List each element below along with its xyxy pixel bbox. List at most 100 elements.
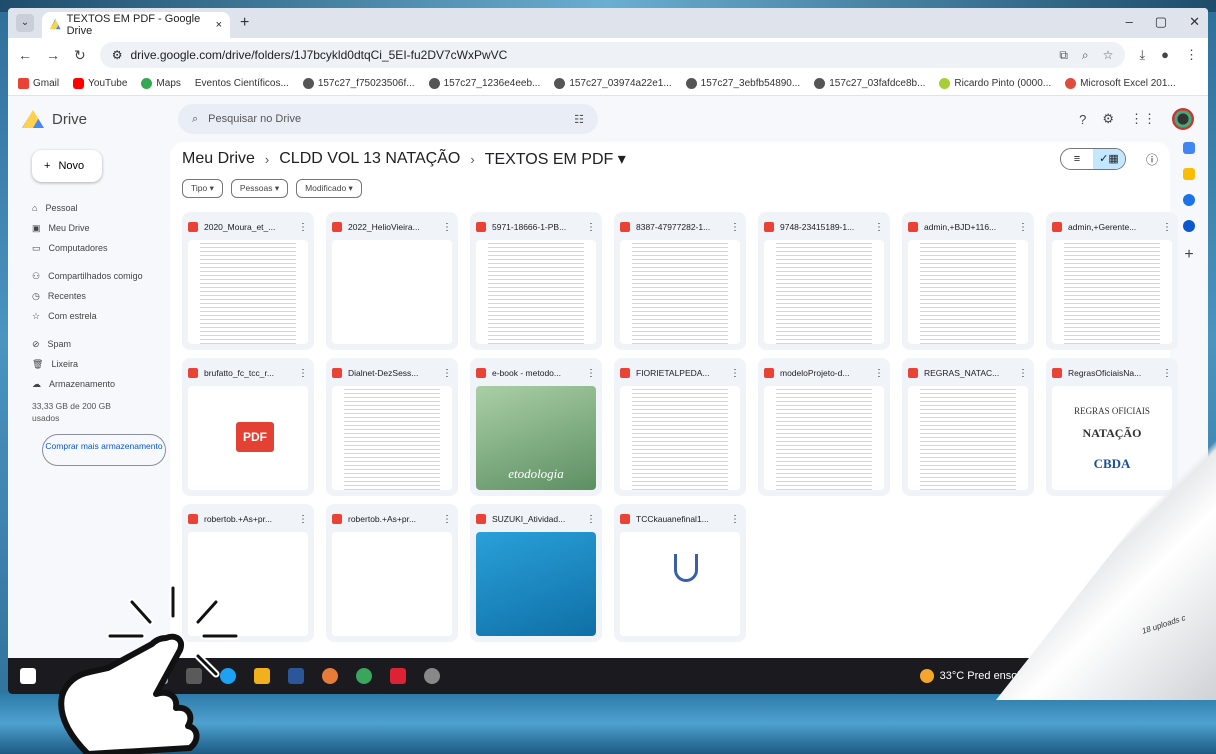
buy-storage-button[interactable]: Comprar mais armazenamento bbox=[42, 434, 166, 466]
file-card[interactable]: 9748-23415189-1... ⋮ bbox=[758, 212, 890, 350]
bookmark-gmail[interactable]: Gmail bbox=[18, 78, 59, 89]
file-card[interactable]: 2020_Moura_et_... ⋮ bbox=[182, 212, 314, 350]
file-card[interactable]: RegrasOficiaisNa... ⋮ REGRAS OFICIAIS NAT… bbox=[1046, 358, 1178, 496]
keep-icon[interactable] bbox=[1183, 168, 1195, 180]
settings-gear-icon[interactable]: ⚙ bbox=[1102, 111, 1114, 127]
file-card[interactable]: 2022_HelioVieira... ⋮ bbox=[326, 212, 458, 350]
more-options-icon[interactable]: ⋮ bbox=[730, 368, 740, 379]
calendar-icon[interactable] bbox=[1183, 142, 1195, 154]
bookmark-item[interactable]: 157c27_03974a22e1... bbox=[554, 78, 672, 89]
more-options-icon[interactable]: ⋮ bbox=[442, 368, 452, 379]
word-icon[interactable] bbox=[288, 668, 304, 684]
back-icon[interactable]: ← bbox=[18, 47, 32, 63]
sidebar-item-computadores[interactable]: ▭ Computadores bbox=[16, 238, 160, 258]
minimize-icon[interactable]: – bbox=[1126, 14, 1133, 30]
url-field[interactable]: ⚙ drive.google.com/drive/folders/1J7bcyk… bbox=[99, 42, 1126, 68]
list-view-icon[interactable]: ≡ bbox=[1061, 149, 1093, 169]
more-options-icon[interactable]: ⋮ bbox=[586, 222, 596, 233]
download-icon[interactable]: ⤓ bbox=[1139, 47, 1145, 63]
file-card[interactable]: FIORIETALPEDA... ⋮ bbox=[614, 358, 746, 496]
more-options-icon[interactable]: ⋮ bbox=[1162, 222, 1172, 233]
forward-icon[interactable]: → bbox=[46, 47, 60, 63]
reload-icon[interactable]: ↻ bbox=[74, 47, 86, 64]
file-card[interactable]: 8387-47977282-1... ⋮ bbox=[614, 212, 746, 350]
more-options-icon[interactable]: ⋮ bbox=[298, 222, 308, 233]
file-card[interactable]: brufatto_fc_tcc_r... ⋮ PDF bbox=[182, 358, 314, 496]
tasks-icon[interactable] bbox=[1183, 194, 1195, 206]
bookmark-item[interactable]: 157c27_3ebfb54890... bbox=[685, 78, 800, 89]
chrome-profile-icon[interactable] bbox=[356, 668, 372, 684]
more-options-icon[interactable]: ⋮ bbox=[1018, 368, 1028, 379]
file-card[interactable]: robertob.+As+pr... ⋮ bbox=[326, 504, 458, 642]
filter-modificado[interactable]: Modificado ▾ bbox=[296, 178, 362, 198]
add-addon-icon[interactable]: + bbox=[1184, 246, 1193, 264]
file-card[interactable]: TCCkauanefinal1... ⋮ bbox=[614, 504, 746, 642]
bookmark-item[interactable]: 157c27_f75023506f... bbox=[302, 78, 415, 89]
more-options-icon[interactable]: ⋮ bbox=[1018, 222, 1028, 233]
chrome-menu-icon[interactable]: ⋮ bbox=[1185, 47, 1198, 63]
more-options-icon[interactable]: ⋮ bbox=[1162, 368, 1172, 379]
filter-pessoas[interactable]: Pessoas ▾ bbox=[230, 178, 289, 198]
grid-view-icon[interactable]: ✓▦ bbox=[1092, 149, 1125, 169]
more-options-icon[interactable]: ⋮ bbox=[298, 368, 308, 379]
bookmark-star-icon[interactable]: ☆ bbox=[1103, 48, 1114, 63]
sidebar-item-armazenamento[interactable]: ☁ Armazenamento bbox=[16, 374, 160, 394]
breadcrumb-meu-drive[interactable]: Meu Drive bbox=[182, 150, 255, 168]
file-card[interactable]: admin,+BJD+116... ⋮ bbox=[902, 212, 1034, 350]
maximize-icon[interactable]: ▢ bbox=[1155, 14, 1167, 30]
file-card[interactable]: SUZUKI_Atividad... ⋮ bbox=[470, 504, 602, 642]
bookmark-excel[interactable]: Microsoft Excel 201... bbox=[1065, 78, 1176, 89]
filter-tipo[interactable]: Tipo ▾ bbox=[182, 178, 223, 198]
breadcrumb-cldd[interactable]: CLDD VOL 13 NATAÇÃO bbox=[279, 150, 460, 168]
acrobat-icon[interactable] bbox=[390, 668, 406, 684]
breadcrumb-current-folder[interactable]: TEXTOS EM PDF ▾ bbox=[485, 149, 626, 169]
zoom-icon[interactable]: ⌕ bbox=[1082, 48, 1089, 63]
more-options-icon[interactable]: ⋮ bbox=[442, 514, 452, 525]
file-card[interactable]: admin,+Gerente... ⋮ bbox=[1046, 212, 1178, 350]
more-options-icon[interactable]: ⋮ bbox=[586, 514, 596, 525]
file-card[interactable]: modeloProjeto-d... ⋮ bbox=[758, 358, 890, 496]
more-options-icon[interactable]: ⋮ bbox=[874, 222, 884, 233]
info-icon[interactable]: ⓘ bbox=[1146, 151, 1158, 168]
file-card[interactable]: Dialnet-DezSess... ⋮ bbox=[326, 358, 458, 496]
bookmark-item[interactable]: 157c27_03fafdce8b... bbox=[814, 78, 925, 89]
sidebar-item-recentes[interactable]: ◷ Recentes bbox=[16, 286, 160, 306]
search-options-icon[interactable]: ☷ bbox=[574, 113, 584, 126]
bookmark-orcid[interactable]: Ricardo Pinto (0000... bbox=[939, 78, 1051, 89]
more-options-icon[interactable]: ⋮ bbox=[730, 514, 740, 525]
site-info-icon[interactable]: ⚙ bbox=[112, 48, 123, 62]
sidebar-item-lixeira[interactable]: 🗑 Lixeira bbox=[16, 354, 160, 374]
sidebar-item-com-estrela[interactable]: ☆ Com estrela bbox=[16, 306, 160, 326]
bookmark-eventos[interactable]: Eventos Científicos... bbox=[195, 78, 289, 89]
more-options-icon[interactable]: ⋮ bbox=[442, 222, 452, 233]
file-card[interactable]: 5971-18666-1-PB... ⋮ bbox=[470, 212, 602, 350]
new-button[interactable]: + Novo bbox=[32, 150, 102, 182]
file-card[interactable]: REGRAS_NATAC... ⋮ bbox=[902, 358, 1034, 496]
cast-icon[interactable]: ⧉ bbox=[1059, 48, 1068, 63]
chrome-icon[interactable] bbox=[322, 668, 338, 684]
help-icon[interactable]: ? bbox=[1079, 112, 1086, 127]
chrome-active-icon[interactable] bbox=[424, 668, 440, 684]
search-input[interactable]: ⌕ Pesquisar no Drive ☷ bbox=[178, 104, 598, 134]
more-options-icon[interactable]: ⋮ bbox=[298, 514, 308, 525]
sidebar-item-spam[interactable]: ⊘ Spam bbox=[16, 334, 160, 354]
avatar[interactable] bbox=[1172, 108, 1194, 130]
browser-tab[interactable]: TEXTOS EM PDF - Google Drive × bbox=[42, 12, 230, 38]
tab-close-icon[interactable]: × bbox=[216, 19, 222, 31]
file-card[interactable]: e-book - metodo... ⋮ etodologia bbox=[470, 358, 602, 496]
sidebar-item-meu-drive[interactable]: ▣ Meu Drive bbox=[16, 218, 160, 238]
sidebar-item-compartilhados[interactable]: ⚇ Compartilhados comigo bbox=[16, 266, 160, 286]
more-options-icon[interactable]: ⋮ bbox=[874, 368, 884, 379]
more-options-icon[interactable]: ⋮ bbox=[730, 222, 740, 233]
bookmark-youtube[interactable]: YouTube bbox=[73, 78, 127, 89]
sidebar-item-pessoal[interactable]: ⌂ Pessoal bbox=[16, 198, 160, 218]
more-options-icon[interactable]: ⋮ bbox=[586, 368, 596, 379]
tab-search-button[interactable]: ⌄ bbox=[16, 14, 34, 32]
file-explorer-icon[interactable] bbox=[254, 668, 270, 684]
bookmark-item[interactable]: 157c27_1236e4eeb... bbox=[428, 78, 540, 89]
drive-logo[interactable]: Drive bbox=[22, 110, 178, 128]
close-window-icon[interactable]: ✕ bbox=[1189, 14, 1200, 30]
extension-icon[interactable]: ● bbox=[1161, 47, 1169, 63]
apps-grid-icon[interactable]: ⋮⋮ bbox=[1130, 111, 1156, 127]
bookmark-maps[interactable]: Maps bbox=[141, 78, 181, 89]
